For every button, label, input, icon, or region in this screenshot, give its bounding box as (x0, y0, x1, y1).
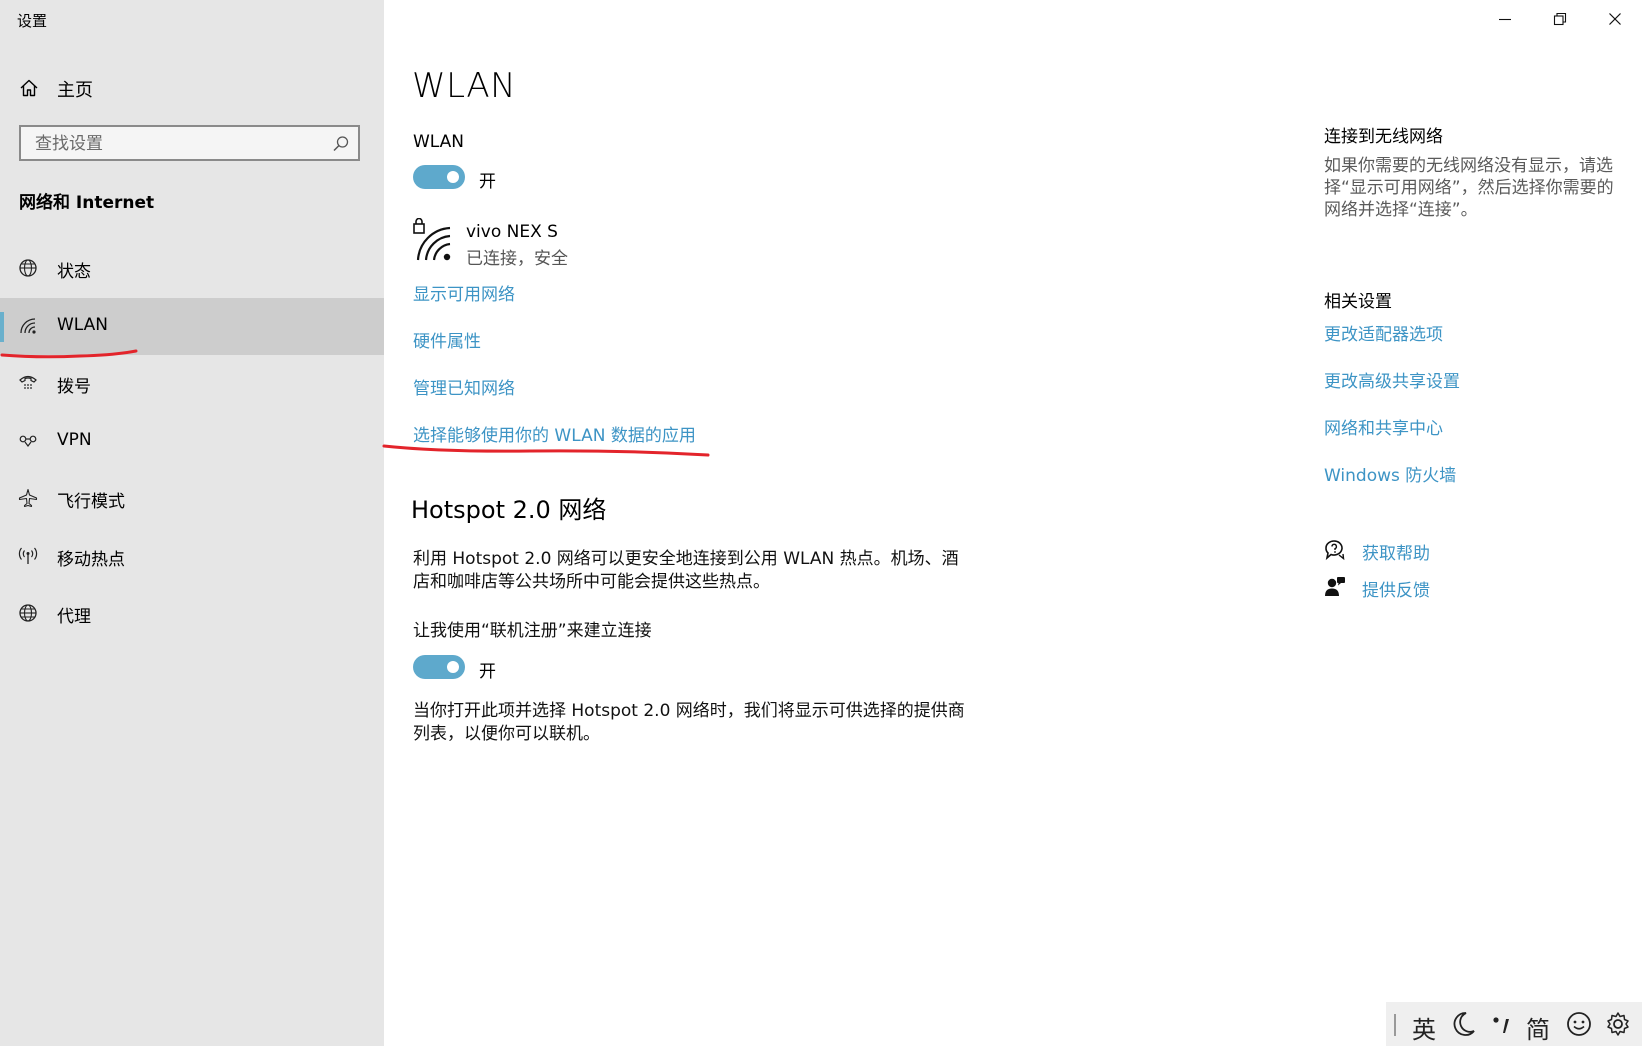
connect-wireless-line: 网络并选择“连接”。 (1324, 200, 1478, 220)
connect-wireless-line: 如果你需要的无线网络没有显示，请选 (1324, 156, 1613, 176)
give-feedback-link[interactable]: 提供反馈 (1324, 574, 1524, 604)
get-help-link[interactable]: 获取帮助 (1324, 537, 1524, 567)
wlan-toggle[interactable] (413, 165, 465, 189)
search-icon[interactable] (332, 135, 350, 153)
search-input[interactable] (33, 132, 327, 156)
hotspot-icon (18, 546, 38, 566)
hotspot-description: 利用 Hotspot 2.0 网络可以更安全地连接到公用 WLAN 热点。机场、… (413, 548, 959, 594)
wlan-label: WLAN (413, 132, 465, 152)
sidebar-item-label: 代理 (57, 607, 91, 627)
sidebar-item-label: 状态 (57, 262, 91, 282)
sidebar-item-hotspot[interactable]: 移动热点 (0, 528, 384, 586)
sidebar: 设置 主页 网络和 Internet 状态 WLAN (0, 0, 384, 1046)
ime-language-toggle[interactable]: 英 (1412, 1010, 1436, 1045)
close-button[interactable] (1588, 0, 1642, 38)
sidebar-item-wlan[interactable]: WLAN (0, 297, 384, 355)
wlan-data-apps-link[interactable]: 选择能够使用你的 WLAN 数据的应用 (413, 421, 696, 446)
airplane-icon (18, 488, 38, 508)
emoji-icon[interactable] (1566, 1011, 1592, 1037)
sidebar-item-label: 拨号 (57, 377, 91, 397)
hotspot-note: 当你打开此项并选择 Hotspot 2.0 网络时，我们将显示可供选择的提供商 … (413, 700, 965, 746)
show-available-networks-link[interactable]: 显示可用网络 (413, 280, 515, 305)
feedback-person-icon (1324, 576, 1346, 598)
give-feedback-label: 提供反馈 (1362, 581, 1430, 601)
sidebar-item-label: 飞行模式 (57, 492, 125, 512)
home-label: 主页 (57, 80, 93, 101)
network-status: 已连接，安全 (466, 249, 568, 269)
globe-status-icon (18, 258, 38, 278)
sidebar-item-status[interactable]: 状态 (0, 240, 384, 298)
sidebar-item-airplane[interactable]: 飞行模式 (0, 470, 384, 528)
related-settings-title: 相关设置 (1324, 292, 1392, 312)
sidebar-item-proxy[interactable]: 代理 (0, 585, 384, 643)
minimize-button[interactable] (1478, 0, 1532, 38)
ime-toolbar: 英 简 (1386, 1002, 1642, 1046)
toggle-knob (447, 171, 459, 183)
connected-network[interactable]: vivo NEX S 已连接，安全 (412, 218, 812, 269)
sidebar-item-label: WLAN (57, 314, 109, 335)
manage-known-networks-link[interactable]: 管理已知网络 (413, 374, 515, 399)
get-help-label: 获取帮助 (1362, 544, 1430, 564)
home-nav-item[interactable]: 主页 (0, 70, 384, 106)
online-signup-label: 让我使用“联机注册”来建立连接 (413, 621, 652, 641)
ime-simplified-toggle[interactable]: 简 (1526, 1010, 1550, 1045)
wlan-toggle-state: 开 (479, 172, 496, 192)
home-icon (19, 78, 39, 98)
network-sharing-center-link[interactable]: 网络和共享中心 (1324, 414, 1443, 439)
window-title: 设置 (17, 12, 48, 30)
online-signup-toggle[interactable] (413, 655, 465, 679)
sidebar-item-label: VPN (57, 429, 92, 450)
online-signup-toggle-state: 开 (479, 662, 496, 682)
moon-icon[interactable] (1452, 1011, 1476, 1037)
sidebar-item-label: 移动热点 (57, 549, 125, 570)
hotspot-section-title: Hotspot 2.0 网络 (411, 496, 607, 524)
search-box[interactable] (19, 125, 360, 161)
help-chat-icon (1324, 539, 1346, 561)
punctuation-icon[interactable] (1490, 1011, 1514, 1037)
sidebar-nav: 状态 WLAN 拨号 VPN 飞行模式 移动热点 代理 (0, 240, 384, 643)
wifi-icon (18, 316, 38, 336)
section-title: 网络和 Internet (19, 193, 155, 213)
windows-firewall-link[interactable]: Windows 防火墙 (1324, 461, 1456, 486)
tray-separator (1394, 1014, 1396, 1036)
advanced-sharing-link[interactable]: 更改高级共享设置 (1324, 367, 1460, 392)
connect-wireless-line: 择“显示可用网络”，然后选择你需要的 (1324, 178, 1614, 198)
hardware-properties-link[interactable]: 硬件属性 (413, 327, 481, 352)
vpn-icon (18, 431, 38, 451)
wifi-secured-icon (412, 218, 454, 264)
globe-icon (18, 603, 38, 623)
active-indicator (0, 311, 4, 342)
connect-wireless-description: 如果你需要的无线网络没有显示，请选 择“显示可用网络”，然后选择你需要的 网络并… (1324, 155, 1624, 221)
hotspot-description-line: 利用 Hotspot 2.0 网络可以更安全地连接到公用 WLAN 热点。机场、… (413, 549, 959, 569)
restore-button[interactable] (1533, 0, 1587, 38)
hotspot-description-line: 店和咖啡店等公共场所中可能会提供这些热点。 (413, 572, 770, 592)
toggle-knob (447, 661, 459, 673)
sidebar-item-vpn[interactable]: VPN (0, 413, 384, 471)
network-name: vivo NEX S (466, 222, 558, 242)
dialup-icon (18, 373, 38, 393)
hotspot-note-line: 列表，以便你可以联机。 (413, 724, 600, 744)
page-title: WLAN (412, 66, 517, 106)
hotspot-note-line: 当你打开此项并选择 Hotspot 2.0 网络时，我们将显示可供选择的提供商 (413, 701, 965, 721)
sidebar-item-dialup[interactable]: 拨号 (0, 355, 384, 413)
settings-gear-icon[interactable] (1605, 1011, 1631, 1037)
connect-wireless-title: 连接到无线网络 (1324, 127, 1443, 147)
adapter-options-link[interactable]: 更改适配器选项 (1324, 320, 1443, 345)
